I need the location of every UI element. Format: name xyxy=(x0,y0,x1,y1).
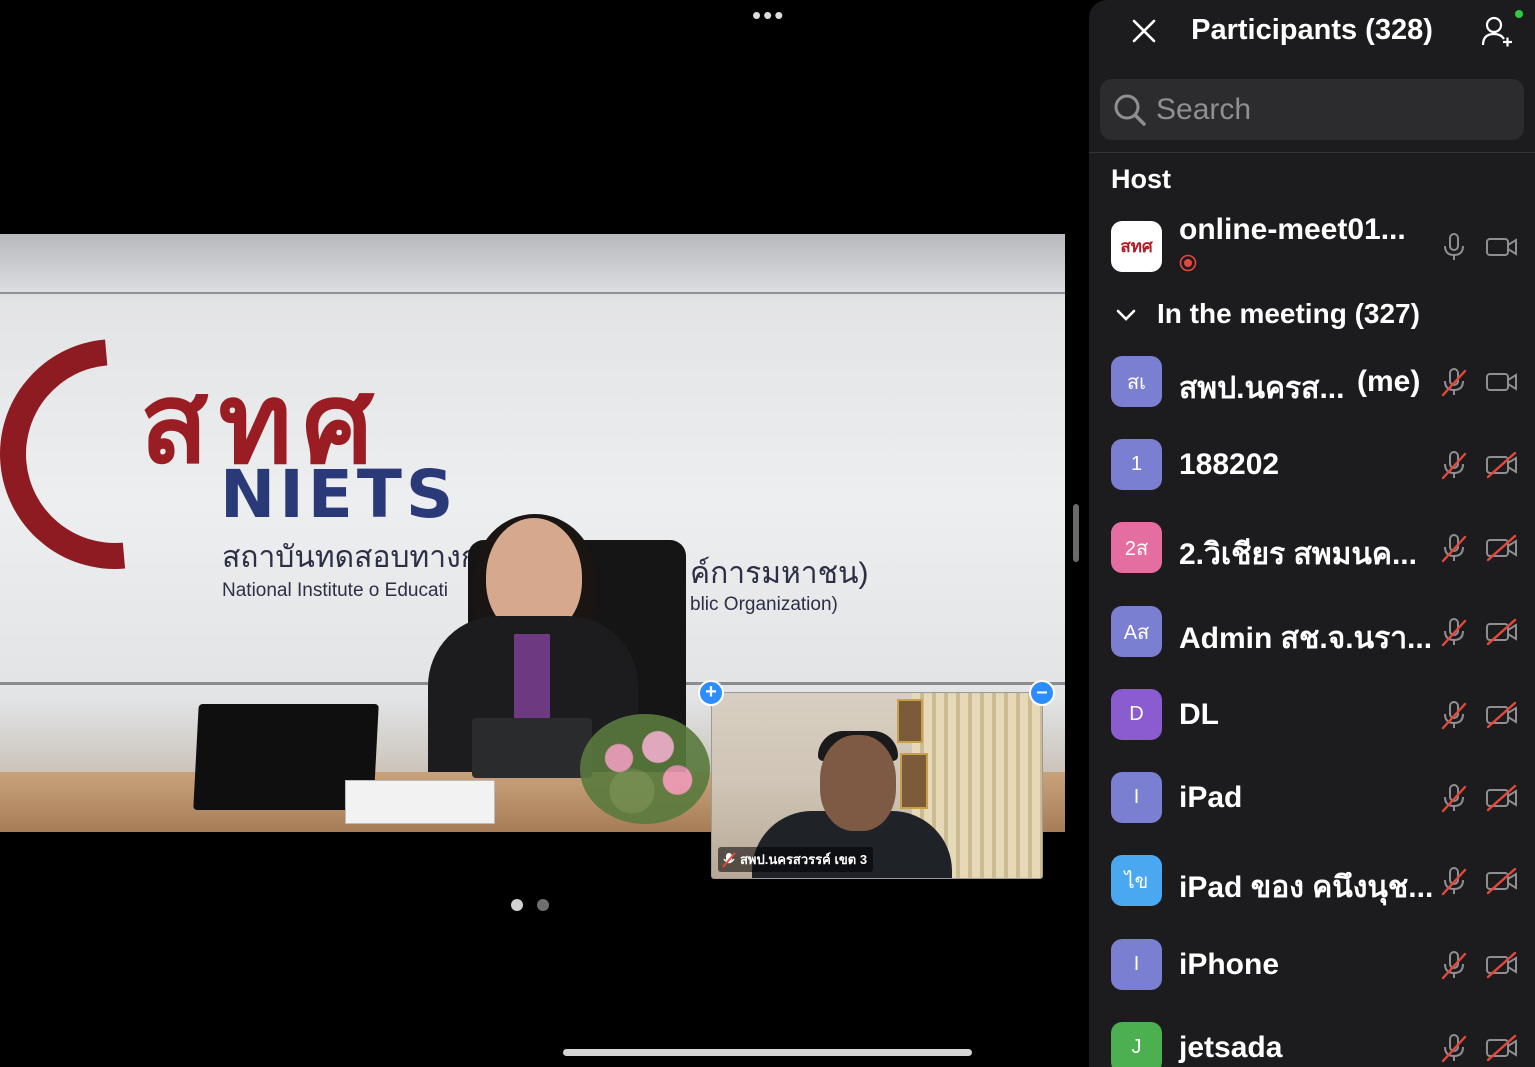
video-camera-off-icon[interactable] xyxy=(1485,700,1519,730)
participant-avatar: D xyxy=(1111,689,1162,740)
avatar-initials: D xyxy=(1129,703,1144,725)
video-stage: ••• สทศ NIETS สถาบันทดสอบทางการ National… xyxy=(0,0,1065,1067)
expand-video-button[interactable]: + xyxy=(698,680,724,706)
minimize-video-button[interactable]: – xyxy=(1029,680,1055,706)
participant-avatar: 2ส xyxy=(1111,522,1162,573)
participant-row[interactable]: ไข iPad ของ คนึงนุช... xyxy=(1089,839,1535,922)
host-avatar: สทศ xyxy=(1111,221,1162,272)
search-input[interactable] xyxy=(1154,91,1518,128)
participant-name: DL xyxy=(1179,698,1219,731)
participant-name: 2.วิเชียร สพมนค... xyxy=(1179,538,1417,571)
search-icon xyxy=(1114,94,1146,126)
participant-row[interactable]: I iPad xyxy=(1089,756,1535,839)
home-indicator[interactable] xyxy=(563,1049,972,1056)
microphone-muted-icon[interactable] xyxy=(1439,700,1469,730)
avatar-initials: 1 xyxy=(1130,453,1143,475)
self-view-video[interactable]: สพป.นครสวรรค์ เขต 3 xyxy=(711,692,1043,879)
nameplate xyxy=(345,780,495,824)
chevron-down-icon[interactable] xyxy=(1111,300,1141,330)
logo-subtitle-thai-right: ค์การมหาชน) xyxy=(690,557,869,590)
video-camera-off-icon[interactable] xyxy=(1485,1033,1519,1063)
video-camera-icon[interactable] xyxy=(1485,232,1519,262)
microphone-muted-icon[interactable] xyxy=(1439,1033,1469,1063)
split-view-handle[interactable] xyxy=(1073,504,1079,562)
avatar-initials: ไข xyxy=(1124,870,1149,893)
video-camera-off-icon[interactable] xyxy=(1485,617,1519,647)
wall-top xyxy=(0,234,1065,294)
microphone-muted-icon xyxy=(722,851,736,868)
microphone-muted-icon[interactable] xyxy=(1439,533,1469,563)
wall-picture xyxy=(900,753,928,809)
participant-name: iPad xyxy=(1179,781,1243,814)
self-view-name: สพป.นครสวรรค์ เขต 3 xyxy=(740,852,868,867)
me-tag: (me) xyxy=(1357,365,1421,398)
participant-avatar: Aส xyxy=(1111,606,1162,657)
more-options-icon[interactable]: ••• xyxy=(752,2,785,28)
page-dot-active[interactable] xyxy=(511,899,523,911)
presenter-shirt xyxy=(514,634,550,720)
video-camera-off-icon[interactable] xyxy=(1485,783,1519,813)
flower-arrangement xyxy=(580,714,710,824)
microphone-muted-icon[interactable] xyxy=(1439,866,1469,896)
avatar-initials: สเ xyxy=(1126,371,1147,394)
host-section-label: Host xyxy=(1111,164,1171,194)
participant-name: 188202 xyxy=(1179,448,1280,481)
host-name: online-meet01... xyxy=(1179,213,1406,246)
avatar-initials: 2ส xyxy=(1124,537,1149,560)
avatar-initials: I xyxy=(1133,953,1140,975)
microphone-muted-icon[interactable] xyxy=(1439,450,1469,480)
video-camera-off-icon[interactable] xyxy=(1485,533,1519,563)
participant-avatar: ไข xyxy=(1111,855,1162,906)
participant-row[interactable]: J jetsada xyxy=(1089,1006,1535,1067)
avatar-initials: Aส xyxy=(1123,621,1150,644)
status-dot xyxy=(1515,10,1523,18)
participant-name: สพป.นครส... xyxy=(1179,372,1345,405)
participant-row[interactable]: 1 188202 xyxy=(1089,423,1535,506)
video-camera-off-icon[interactable] xyxy=(1485,950,1519,980)
page-indicator xyxy=(511,899,549,911)
panel-title: Participants (328) xyxy=(1191,14,1433,46)
participant-row[interactable]: 2ส 2.วิเชียร สพมนค... xyxy=(1089,506,1535,589)
microphone-muted-icon[interactable] xyxy=(1439,950,1469,980)
laptop-presenter xyxy=(472,718,592,778)
participant-name: iPhone xyxy=(1179,948,1280,981)
logo-niets-text: NIETS xyxy=(220,456,458,533)
recording-icon xyxy=(1179,254,1197,272)
participant-row[interactable]: สเ สพป.นครส... (me) xyxy=(1089,340,1535,423)
microphone-icon[interactable] xyxy=(1439,232,1469,262)
participants-panel: Participants (328) Host สทศ online-meet0… xyxy=(1089,0,1535,1067)
host-row[interactable]: สทศ online-meet01... xyxy=(1089,205,1535,288)
participant-row[interactable]: D DL xyxy=(1089,673,1535,756)
microphone-muted-icon[interactable] xyxy=(1439,617,1469,647)
participant-head xyxy=(820,735,896,831)
participant-avatar: I xyxy=(1111,939,1162,990)
participant-avatar: I xyxy=(1111,772,1162,823)
video-camera-off-icon[interactable] xyxy=(1485,450,1519,480)
participant-name: iPad ของ คนึงนุช... xyxy=(1179,871,1434,904)
video-camera-off-icon[interactable] xyxy=(1485,866,1519,896)
avatar-initials: I xyxy=(1133,786,1140,808)
participant-avatar: สเ xyxy=(1111,356,1162,407)
page-dot[interactable] xyxy=(537,899,549,911)
participant-name: jetsada xyxy=(1179,1031,1283,1064)
search-box[interactable] xyxy=(1100,79,1524,140)
logo-subtitle-english-right: blic Organization) xyxy=(690,594,838,615)
panel-header: Participants (328) xyxy=(1089,0,1535,64)
wall-picture xyxy=(897,699,923,743)
logo-subtitle-english: National Institute o Educati xyxy=(222,580,449,601)
add-person-icon[interactable] xyxy=(1481,14,1513,48)
microphone-muted-icon[interactable] xyxy=(1439,367,1469,397)
participant-avatar: J xyxy=(1111,1022,1162,1067)
participant-row[interactable]: I iPhone xyxy=(1089,923,1535,1006)
self-view-name-label: สพป.นครสวรรค์ เขต 3 xyxy=(718,847,874,872)
participant-name: Admin สช.จ.นรา... xyxy=(1179,622,1433,655)
participant-row[interactable]: Aส Admin สช.จ.นรา... xyxy=(1089,590,1535,673)
host-logo-text: สทศ xyxy=(1120,237,1153,256)
meeting-group-label[interactable]: In the meeting (327) xyxy=(1157,298,1420,330)
microphone-muted-icon[interactable] xyxy=(1439,783,1469,813)
divider xyxy=(1089,152,1535,153)
video-camera-icon[interactable] xyxy=(1485,367,1519,397)
avatar-initials: J xyxy=(1131,1036,1142,1058)
participant-avatar: 1 xyxy=(1111,439,1162,490)
